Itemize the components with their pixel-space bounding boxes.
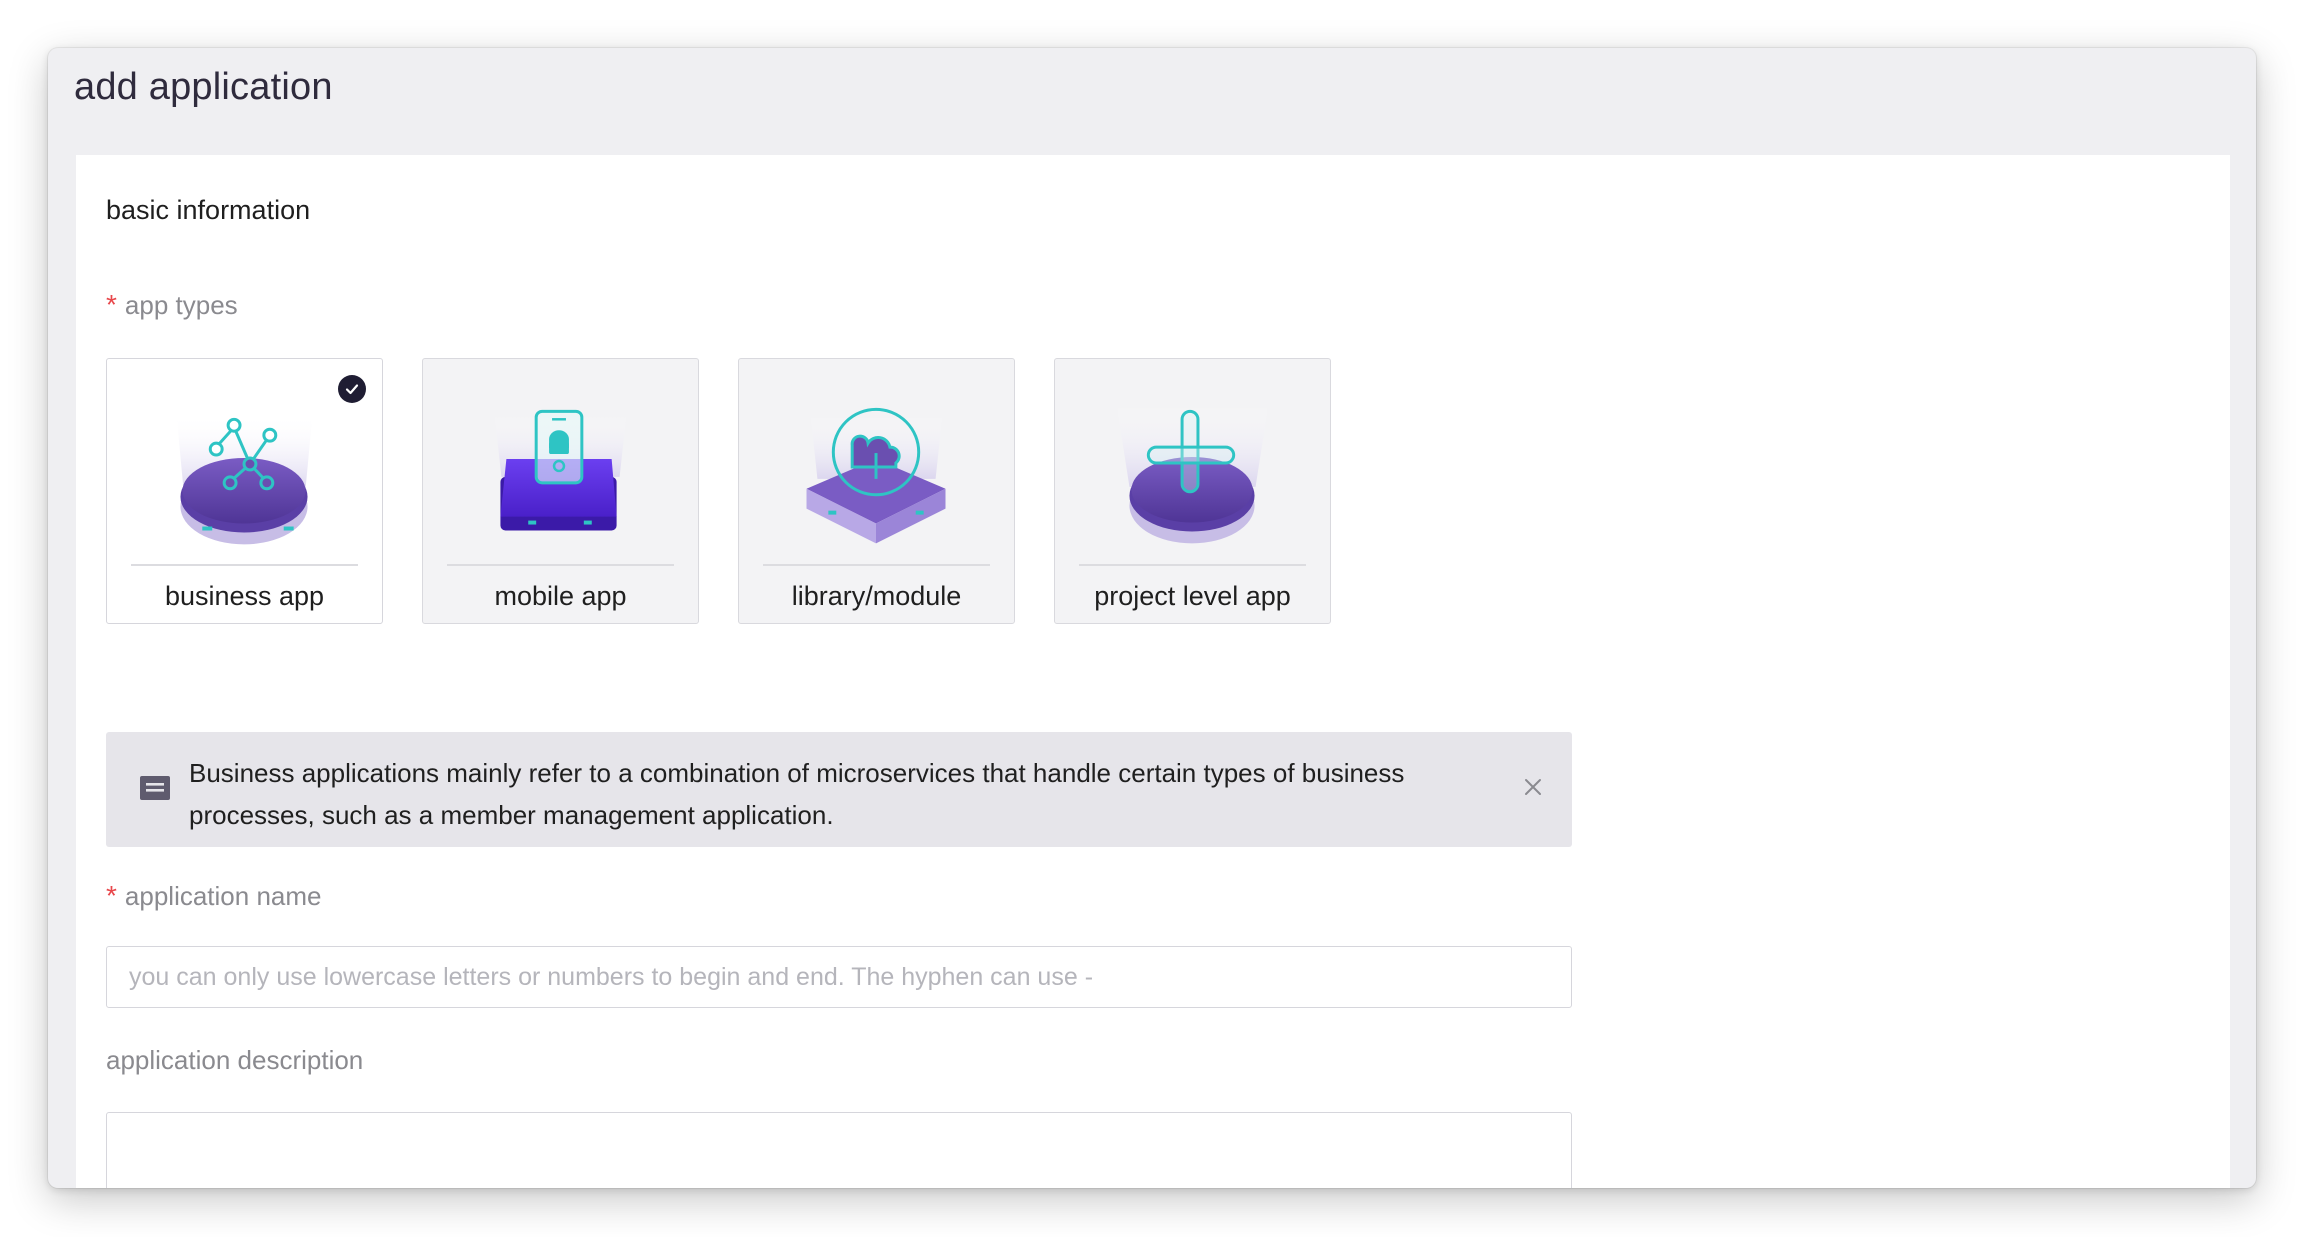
message-icon bbox=[140, 776, 170, 800]
app-type-label: library/module bbox=[791, 581, 962, 611]
card-divider bbox=[447, 564, 674, 566]
app-type-card-project[interactable]: project level app bbox=[1054, 358, 1331, 624]
required-mark: * bbox=[106, 289, 117, 320]
card-divider bbox=[763, 564, 990, 566]
mobile-app-illustration-icon bbox=[494, 409, 627, 531]
section-title: basic information bbox=[106, 195, 311, 225]
app-types-label: * app types bbox=[106, 289, 238, 320]
app-type-card-business[interactable]: business app bbox=[106, 358, 383, 624]
project-level-app-illustration-icon bbox=[1116, 404, 1269, 544]
app-type-selector: business app mobile app library/module p… bbox=[106, 358, 1331, 624]
app-type-label: project level app bbox=[1094, 581, 1291, 611]
app-type-label: mobile app bbox=[494, 581, 627, 611]
app-type-description-alert: Business applications mainly refer to a … bbox=[106, 732, 1572, 847]
application-name-input[interactable] bbox=[106, 946, 1572, 1008]
required-mark: * bbox=[106, 880, 117, 911]
app-type-label: business app bbox=[164, 581, 325, 611]
application-name-label: * application name bbox=[106, 880, 322, 911]
application-description-textarea[interactable] bbox=[106, 1112, 1572, 1188]
app-type-card-mobile[interactable]: mobile app bbox=[422, 358, 699, 624]
card-divider bbox=[131, 564, 358, 566]
info-text: Business applications mainly refer to a … bbox=[189, 758, 1405, 830]
app-window: add application basic information * app t… bbox=[48, 48, 2256, 1188]
selected-check-icon bbox=[338, 375, 366, 403]
library-module-illustration-icon bbox=[806, 407, 946, 544]
app-type-card-library[interactable]: library/module bbox=[738, 358, 1015, 624]
card-divider bbox=[1079, 564, 1306, 566]
application-description-label: application description bbox=[106, 1045, 364, 1075]
form-panel: basic information * app types business a… bbox=[76, 155, 2230, 1188]
close-icon[interactable] bbox=[1522, 776, 1544, 798]
page-title: add application bbox=[74, 66, 333, 108]
